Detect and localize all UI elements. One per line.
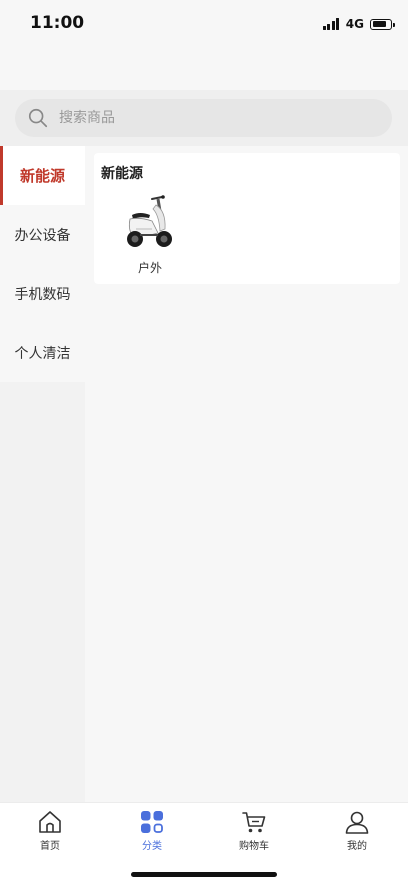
- product-label: 户外: [137, 261, 162, 275]
- category-card: 新能源 户外: [94, 153, 400, 284]
- tab-home[interactable]: 首页: [10, 809, 90, 855]
- sidebar-item-label: 办公设备: [14, 227, 71, 244]
- tab-profile[interactable]: 我的: [317, 809, 397, 855]
- sidebar-item-new-energy[interactable]: 新能源: [0, 146, 85, 205]
- home-icon: [39, 811, 61, 833]
- scooter-icon: [127, 195, 172, 247]
- network-type: 4G: [345, 17, 364, 31]
- tab-label: 分类: [142, 841, 162, 852]
- signal-icon: [322, 18, 341, 30]
- tab-cart[interactable]: 购物车: [214, 809, 294, 855]
- tab-label: 购物车: [239, 841, 269, 852]
- sidebar-item-phones-digital[interactable]: 手机数码: [0, 264, 85, 323]
- category-icon: [141, 811, 163, 833]
- battery-icon: [370, 18, 395, 30]
- search-icon: [28, 108, 48, 128]
- sidebar-item-label: 新能源: [19, 167, 65, 185]
- cart-icon: [242, 812, 266, 833]
- category-sidebar: 新能源 办公设备 手机数码 个人清洁: [0, 146, 85, 802]
- profile-icon: [345, 811, 369, 834]
- section-title: 新能源: [101, 166, 143, 182]
- tab-category[interactable]: 分类: [112, 809, 192, 855]
- sidebar-item-label: 手机数码: [14, 286, 71, 303]
- status-bar: 11:00 4G: [0, 0, 408, 48]
- header: [0, 48, 408, 90]
- tab-bar: 首页 分类 购物车 我的: [0, 802, 408, 883]
- sidebar-item-office-equipment[interactable]: 办公设备: [0, 205, 85, 264]
- status-indicators: 4G: [322, 16, 395, 32]
- home-indicator: [131, 872, 277, 877]
- tab-label: 首页: [40, 841, 60, 852]
- sidebar-item-label: 个人清洁: [14, 345, 71, 362]
- status-time: 11:00: [30, 13, 85, 33]
- search-bar: [0, 90, 408, 146]
- search-input[interactable]: [57, 109, 361, 127]
- product-item[interactable]: 户外: [122, 193, 178, 277]
- tab-label: 我的: [347, 841, 367, 852]
- search-box[interactable]: [15, 99, 392, 137]
- sidebar-item-personal-cleaning[interactable]: 个人清洁: [0, 323, 85, 382]
